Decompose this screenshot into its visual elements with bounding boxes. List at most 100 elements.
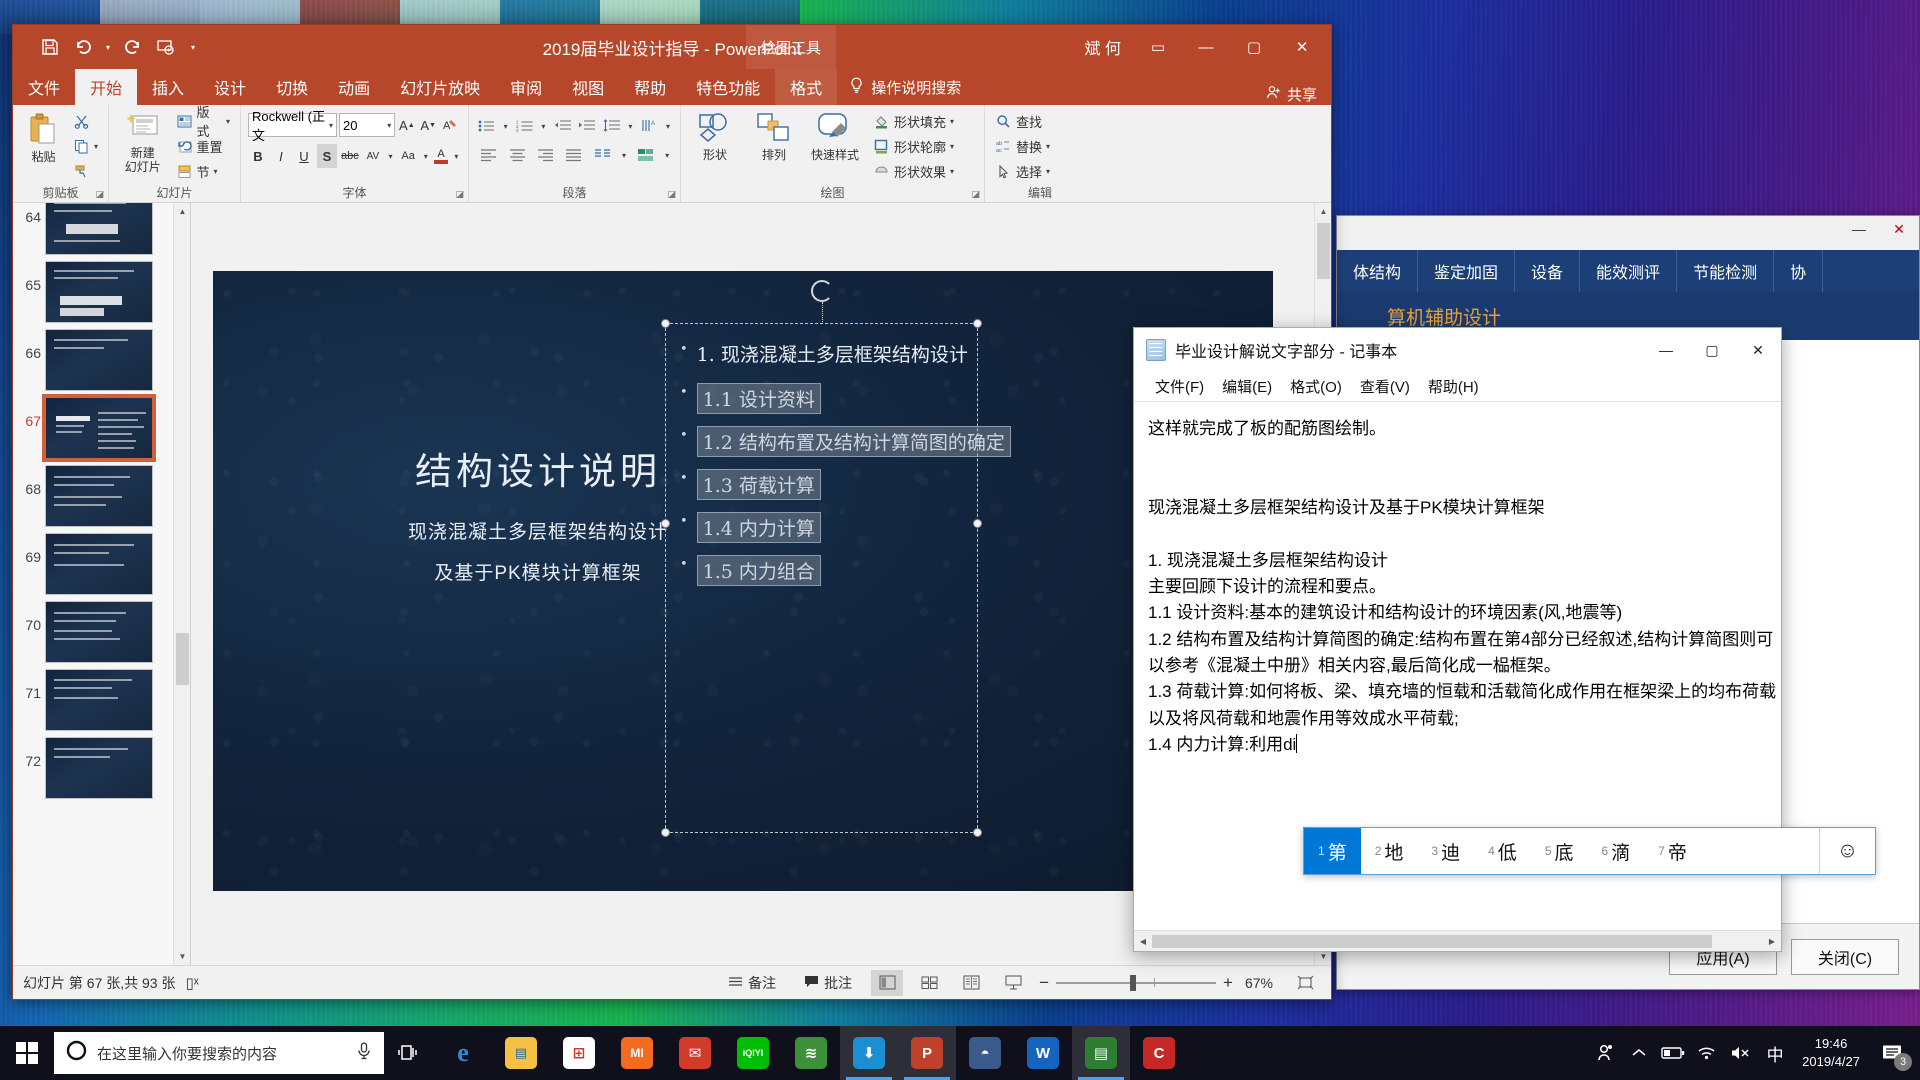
windows-start-icon[interactable] [0,1026,54,1080]
font-name-combobox[interactable]: Rockwell (正文 ▾ [248,113,337,137]
taskbar-clock[interactable]: 19:46 2019/4/27 [1792,1035,1870,1070]
menu-view[interactable]: 查看(V) [1351,375,1419,399]
bg-tab-2[interactable]: 设备 [1515,250,1580,292]
taskbar-app-powerpoint[interactable]: P [898,1026,956,1080]
bg-tab-4[interactable]: 节能检测 [1677,250,1774,292]
slide-bullet-4[interactable]: • 1.4 内力计算 [680,512,821,543]
section-dropdown-icon[interactable]: ▾ [214,167,218,176]
tab-help[interactable]: 帮助 [619,69,681,105]
bullets-dropdown-icon[interactable]: ▾ [501,114,511,138]
align-center-button[interactable] [504,143,529,167]
ime-candidate-3[interactable]: 3 迪 [1417,828,1474,874]
taskbar-app-xunlei[interactable]: ⬇ [840,1026,898,1080]
ribbon-tabbar[interactable]: 文件 开始 插入 设计 切换 动画 幻灯片放映 审阅 视图 帮助 特色功能 格式… [13,69,1331,105]
notepad-horizontal-scrollbar[interactable]: ◀ ▶ [1134,930,1781,951]
notepad-scroll-right-button[interactable]: ▶ [1763,932,1781,951]
resize-handle-top-right[interactable] [973,319,982,328]
thumbnail-item-selected[interactable]: 67 [13,391,190,459]
shape-fill-button[interactable]: 形状填充 ▾ [870,110,957,132]
ime-candidate-bar[interactable]: 1 第 2 地 3 迪 4 低 5 底 6 滴 7 帝 ☺ [1303,827,1876,875]
justify-button[interactable] [561,143,586,167]
stage-scroll-up-button[interactable]: ▲ [1315,203,1331,220]
thumbnail-preview[interactable] [45,261,153,323]
bg-tab-1[interactable]: 鉴定加固 [1418,250,1515,292]
thumbnail-scroll-up-button[interactable]: ▲ [174,203,191,220]
line-spacing-button[interactable] [601,114,623,138]
zoom-out-button[interactable]: − [1039,973,1049,993]
slide-bullet-5[interactable]: • 1.5 内力组合 [680,555,821,586]
shape-effects-dropdown-icon[interactable]: ▾ [950,167,954,176]
thumbnail-item[interactable]: 66 [13,323,190,391]
bg-tab-5[interactable]: 协 [1774,250,1823,292]
zoom-slider[interactable]: − + 67% [1039,973,1273,993]
clear-formatting-button[interactable]: A [440,113,461,137]
format-painter-button[interactable] [70,160,101,182]
powerpoint-titlebar[interactable]: ▾ ▾ 2019届毕业设计指导 - PowerPoint 绘图工具 斌 何 ▭ … [13,25,1331,69]
slide-thumbnail-pane[interactable]: 64 65 66 [13,203,191,965]
tab-home[interactable]: 开始 [75,69,137,105]
tab-insert[interactable]: 插入 [137,69,199,105]
wifi-icon[interactable] [1690,1026,1724,1080]
increase-font-size-button[interactable]: A▲ [397,113,416,137]
view-slide-sorter-button[interactable] [913,970,945,996]
zoom-track[interactable] [1056,982,1216,984]
notepad-scroll-left-button[interactable]: ◀ [1134,932,1152,951]
thumbnail-item[interactable]: 72 [13,731,190,799]
paragraph-dialog-launcher[interactable]: ◪ [667,189,676,200]
spellcheck-icon[interactable]: ▯ˣ [185,974,198,992]
font-color-button[interactable]: A [433,144,448,168]
tab-view[interactable]: 视图 [557,69,619,105]
numbering-button[interactable]: 123 [514,114,536,138]
find-button[interactable]: 查找 [992,110,1053,132]
close-button[interactable]: 关闭(C) [1791,939,1899,975]
increase-indent-button[interactable] [576,114,598,138]
ime-candidate-6[interactable]: 6 滴 [1588,828,1645,874]
ime-candidate-4[interactable]: 4 低 [1474,828,1531,874]
font-size-combobox[interactable]: 20 ▾ [339,113,395,137]
notepad-minimize-button[interactable]: — [1643,330,1689,370]
taskbar-app-edge[interactable]: e [434,1026,492,1080]
search-input[interactable]: 在这里输入你要搜索的内容 [54,1032,384,1074]
thumbnail-preview[interactable] [45,329,153,391]
background-window-titlebar[interactable]: — ✕ [1337,216,1919,250]
powerpoint-titlebar-right[interactable]: 斌 何 ▭ — ▢ ✕ [1085,25,1331,69]
selected-content-placeholder[interactable]: • 1. 现浇混凝土多层框架结构设计 • 1.1 设计资料 • 1.2 结构布置… [665,323,978,833]
taskbar-app-file-explorer[interactable]: ▤ [492,1026,550,1080]
save-icon[interactable] [35,33,65,61]
section-button[interactable]: 节 ▾ [173,160,233,182]
text-shadow-button[interactable]: S [317,144,337,168]
notepad-hscroll-track[interactable] [1152,932,1763,951]
thumbnail-item[interactable]: 70 [13,595,190,663]
background-window-minimize-button[interactable]: — [1839,216,1879,242]
system-tray[interactable]: 中 19:46 2019/4/27 3 [1588,1026,1920,1080]
people-icon[interactable] [1588,1026,1622,1080]
ime-emoji-button[interactable]: ☺ [1819,828,1875,874]
resize-handle-bottom-left[interactable] [661,828,670,837]
notepad-hscroll-thumb[interactable] [1152,935,1712,948]
ime-candidate-7[interactable]: 7 帝 [1644,828,1701,874]
powerpoint-status-bar[interactable]: 幻灯片 第 67 张,共 93 张 ▯ˣ 备注 批注 − [13,965,1331,999]
font-color-dropdown-icon[interactable]: ▾ [452,144,461,168]
thumbnail-scroll-down-button[interactable]: ▼ [174,948,191,965]
thumbnail-preview[interactable] [45,601,153,663]
cut-button[interactable] [70,110,101,132]
resize-handle-bottom-right[interactable] [973,828,982,837]
view-slideshow-button[interactable] [997,970,1029,996]
stage-scroll-thumb[interactable] [1317,223,1330,279]
powerpoint-maximize-button[interactable]: ▢ [1231,25,1277,69]
tell-me-search[interactable]: 操作说明搜索 [837,69,973,105]
thumbnail-preview[interactable] [45,465,153,527]
windows-taskbar[interactable]: 在这里输入你要搜索的内容 e ▤ ⊞ MI ✉ iQIYI ≋ ⬇ [0,1026,1920,1080]
shape-outline-button[interactable]: 形状轮廓 ▾ [870,135,957,157]
change-case-button[interactable]: Aa [398,144,418,168]
thumbnail-item[interactable]: 69 [13,527,190,595]
ime-chinese-icon[interactable]: 中 [1758,1026,1792,1080]
align-right-button[interactable] [533,143,558,167]
thumbnail-item[interactable]: 64 [13,203,190,255]
decrease-indent-button[interactable] [551,114,573,138]
quick-access-toolbar[interactable]: ▾ ▾ [13,33,201,61]
font-size-dropdown-icon[interactable]: ▾ [387,121,391,130]
ime-candidate-1[interactable]: 1 第 [1304,828,1361,874]
replace-button[interactable]: abac 替换 ▾ [992,135,1053,157]
zoom-in-button[interactable]: + [1223,973,1233,993]
